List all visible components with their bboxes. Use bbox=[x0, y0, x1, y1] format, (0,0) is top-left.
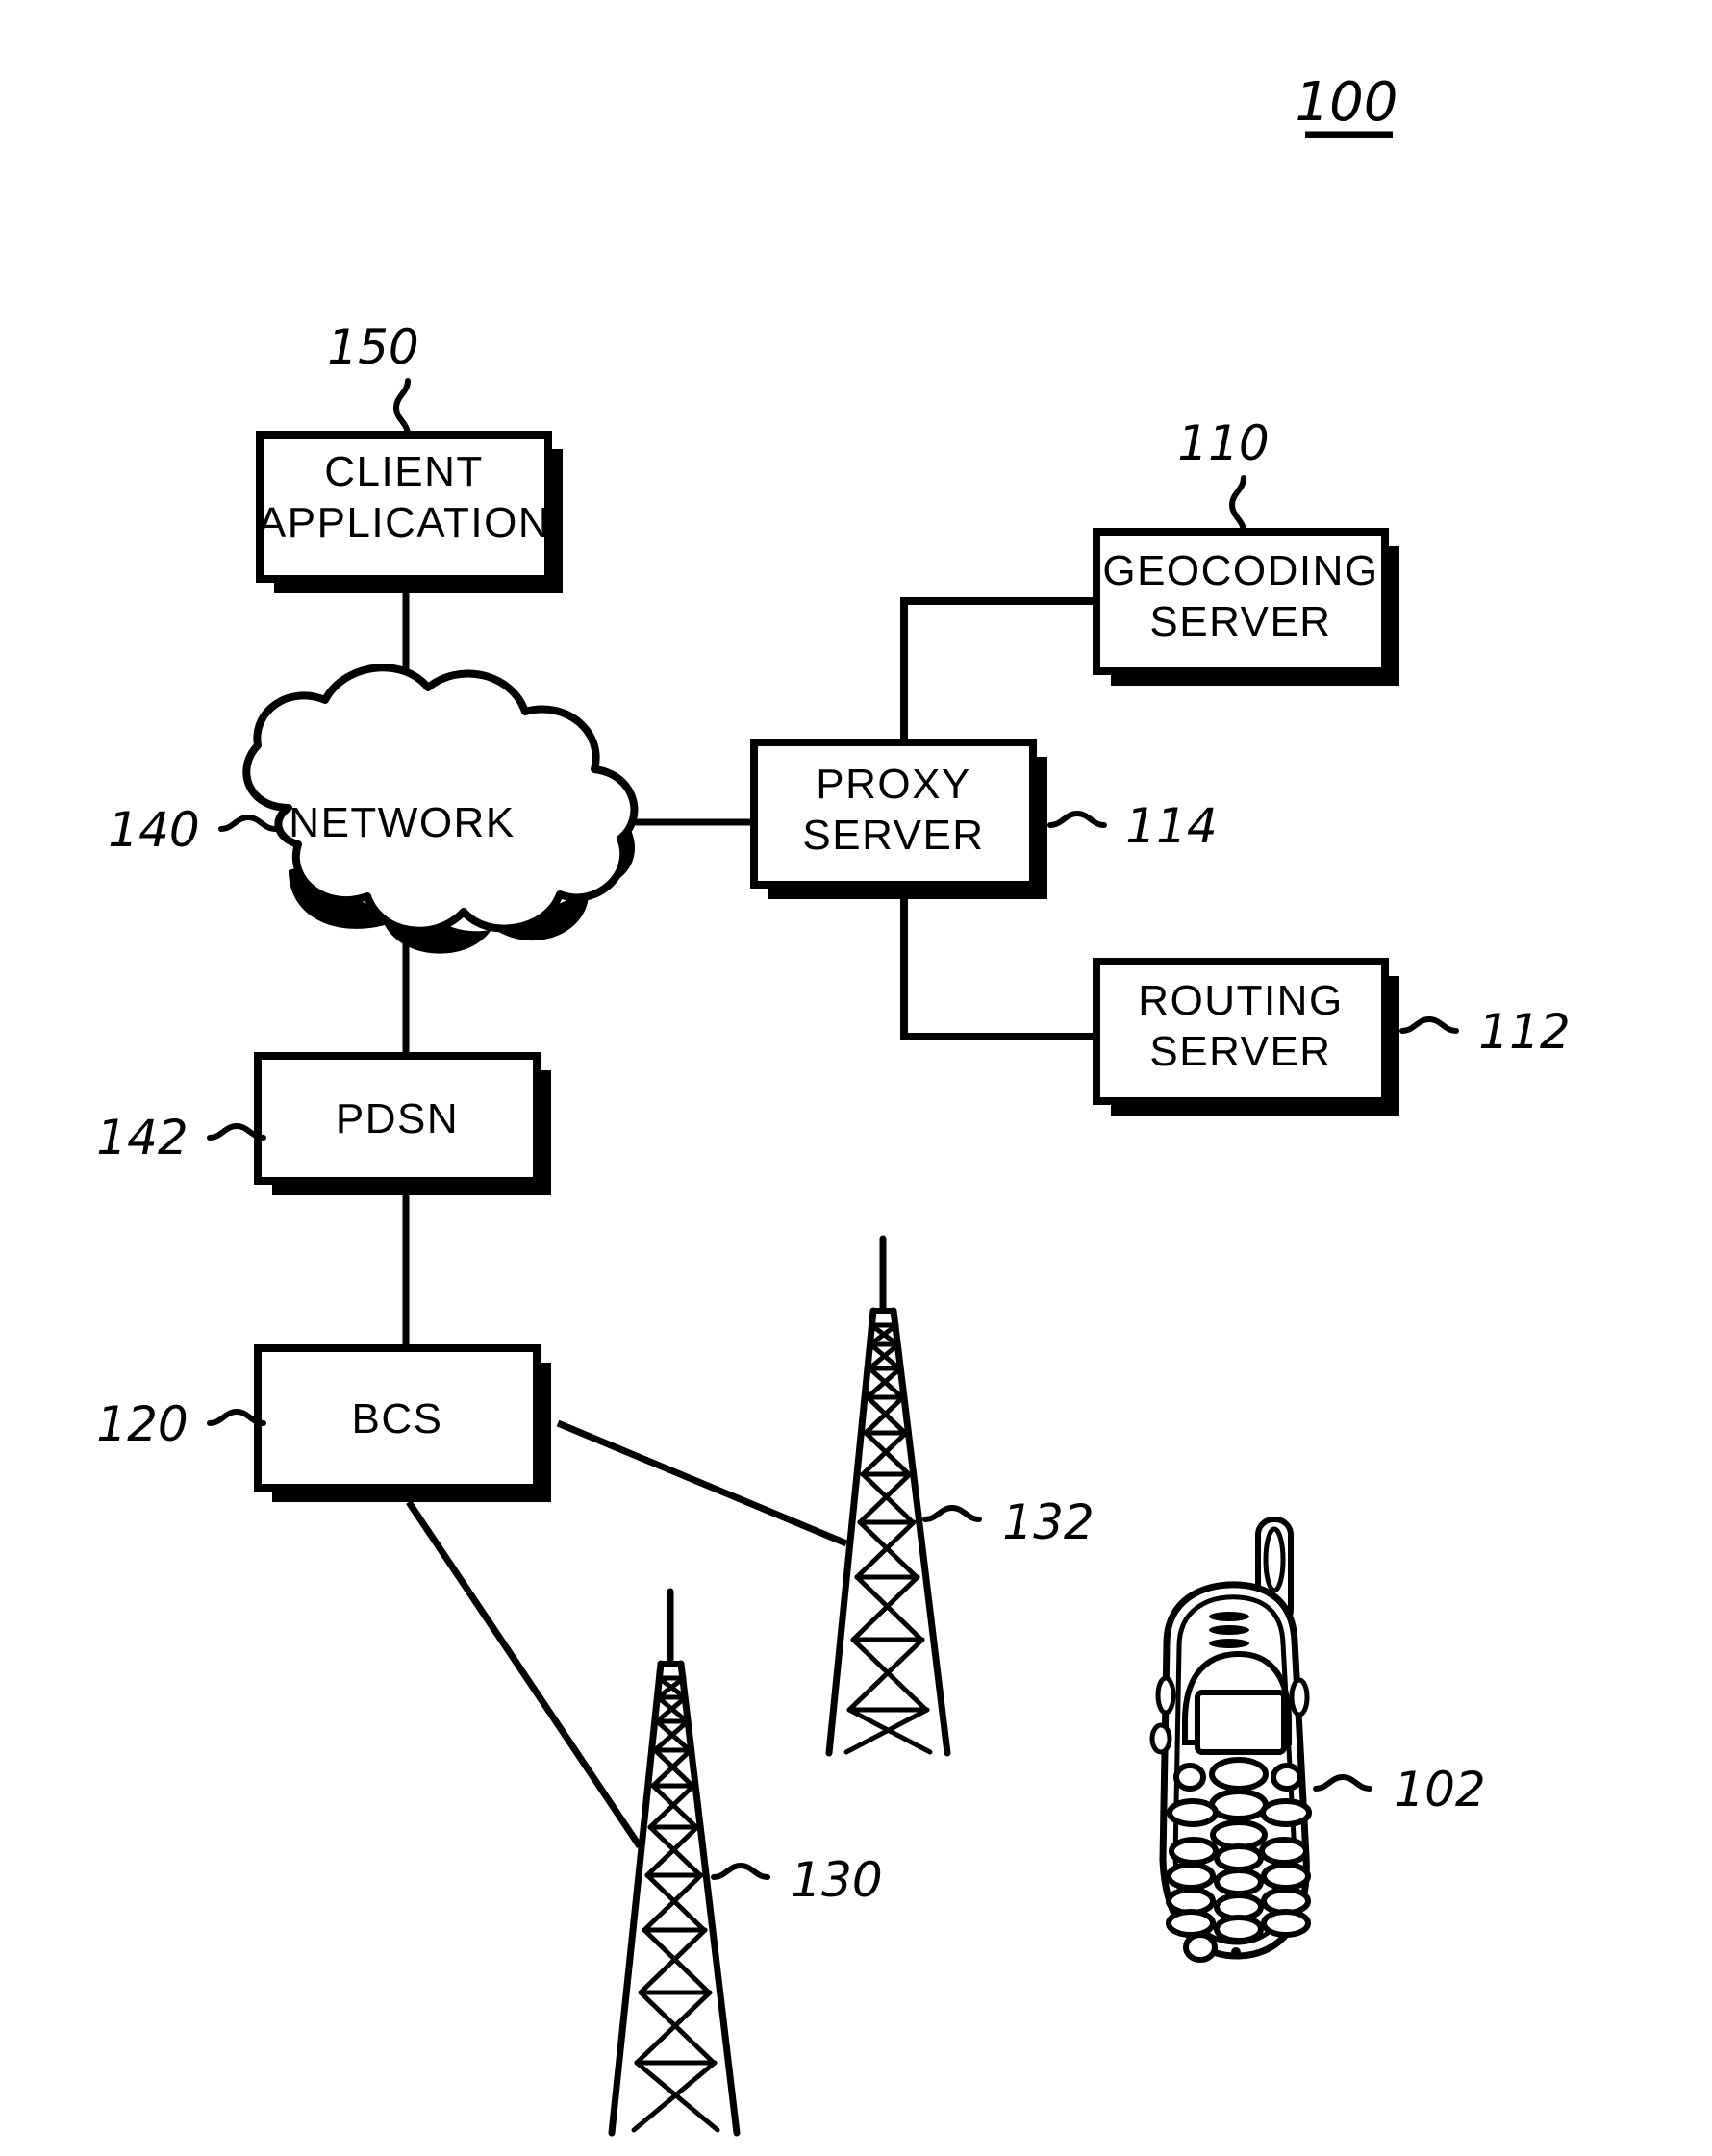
node-network-cloud[interactable]: NETWORK bbox=[242, 664, 639, 954]
figure-number: 100 bbox=[1296, 71, 1398, 134]
node-mobile-phone[interactable] bbox=[1149, 1517, 1312, 1963]
ref-label-110: 110 bbox=[1177, 415, 1269, 471]
link-proxy-to-routing bbox=[900, 899, 1096, 1040]
phone-keypad[interactable] bbox=[1166, 1757, 1312, 1963]
proxy-server-label-line2: SERVER bbox=[802, 812, 984, 859]
node-cell-tower-132[interactable] bbox=[825, 1235, 951, 1757]
phone-key-power bbox=[1183, 1932, 1218, 1963]
phone-side-button-upper[interactable] bbox=[1155, 1675, 1176, 1716]
link-bcs-to-tower-130 bbox=[406, 1500, 642, 1848]
tower-132-lattice bbox=[843, 1322, 933, 1755]
ref-label-112: 112 bbox=[1478, 1004, 1570, 1060]
phone-key-r1c3 bbox=[1259, 1837, 1309, 1866]
phone-key-r4c1 bbox=[1166, 1909, 1216, 1938]
client-application-label-line1: CLIENT bbox=[324, 448, 483, 495]
phone-key-r1c1 bbox=[1169, 1837, 1219, 1866]
ref-label-142: 142 bbox=[96, 1110, 188, 1166]
leader-squiggle-112 bbox=[1399, 1015, 1459, 1034]
node-proxy-server[interactable]: PROXY SERVER bbox=[750, 739, 1047, 899]
ref-label-132: 132 bbox=[1002, 1494, 1094, 1550]
bcs-label: BCS bbox=[352, 1395, 443, 1442]
routing-server-label-line2: SERVER bbox=[1149, 1028, 1331, 1075]
phone-key-r2c2 bbox=[1214, 1868, 1264, 1896]
proxy-server-label-line1: PROXY bbox=[816, 761, 971, 808]
phone-key-center bbox=[1209, 1789, 1269, 1821]
network-architecture-diagram: CLIENT APPLICATION 150 NETWORK 140 PDSN … bbox=[96, 71, 1571, 2137]
phone-key-left-2 bbox=[1167, 1798, 1219, 1827]
leader-squiggle-130 bbox=[711, 1862, 770, 1880]
node-routing-server[interactable]: ROUTING SERVER bbox=[1093, 958, 1399, 1116]
leader-squiggle-110 bbox=[1228, 475, 1246, 535]
pdsn-label: PDSN bbox=[336, 1095, 459, 1142]
ref-label-140: 140 bbox=[108, 802, 199, 858]
geocoding-server-label-line2: SERVER bbox=[1149, 598, 1331, 645]
leader-squiggle-102 bbox=[1313, 1773, 1372, 1792]
node-cell-tower-130[interactable] bbox=[608, 1588, 741, 2137]
network-label: NETWORK bbox=[289, 799, 515, 846]
routing-server-label-line1: ROUTING bbox=[1138, 977, 1343, 1024]
ref-label-150: 150 bbox=[327, 319, 418, 375]
leader-squiggle-140 bbox=[218, 814, 278, 832]
phone-mic-icon bbox=[1231, 1947, 1241, 1957]
node-geocoding-server[interactable]: GEOCODING SERVER bbox=[1093, 528, 1399, 686]
leader-squiggle-150 bbox=[392, 378, 411, 438]
phone-key-nav bbox=[1209, 1757, 1269, 1792]
phone-key-r2c3 bbox=[1261, 1862, 1311, 1891]
ref-label-114: 114 bbox=[1125, 798, 1217, 854]
phone-key-soft-right bbox=[1271, 1763, 1303, 1792]
figure-number-group: 100 bbox=[1296, 71, 1398, 138]
leader-squiggle-114 bbox=[1047, 810, 1107, 828]
phone-side-button-right[interactable] bbox=[1289, 1677, 1310, 1717]
client-application-label-line2: APPLICATION bbox=[258, 499, 550, 546]
ref-label-130: 130 bbox=[791, 1852, 882, 1908]
phone-side-button-lower[interactable] bbox=[1149, 1722, 1172, 1755]
link-proxy-to-geocoding bbox=[900, 597, 1096, 742]
ref-label-102: 102 bbox=[1394, 1762, 1485, 1818]
phone-key-right-2 bbox=[1260, 1798, 1312, 1827]
phone-key-r1c2 bbox=[1214, 1843, 1264, 1872]
phone-earpiece-icon bbox=[1209, 1612, 1249, 1648]
phone-screen bbox=[1195, 1690, 1287, 1755]
tower-130-lattice bbox=[631, 1675, 720, 2133]
node-bcs[interactable]: BCS bbox=[254, 1344, 551, 1502]
patent-figure-canvas: CLIENT APPLICATION 150 NETWORK 140 PDSN … bbox=[0, 0, 1712, 2156]
phone-key-r4c3 bbox=[1261, 1909, 1311, 1938]
node-client-application[interactable]: CLIENT APPLICATION bbox=[256, 431, 563, 593]
leader-squiggle-132 bbox=[922, 1504, 982, 1522]
phone-key-r4c2 bbox=[1214, 1915, 1264, 1943]
link-bcs-to-tower-132 bbox=[556, 1419, 848, 1547]
phone-key-soft-left bbox=[1173, 1763, 1206, 1792]
phone-antenna-detail bbox=[1263, 1526, 1286, 1593]
geocoding-server-label-line1: GEOCODING bbox=[1102, 547, 1378, 594]
node-pdsn[interactable]: PDSN bbox=[254, 1052, 551, 1195]
phone-key-r2c1 bbox=[1166, 1862, 1216, 1891]
ref-label-120: 120 bbox=[96, 1396, 188, 1452]
